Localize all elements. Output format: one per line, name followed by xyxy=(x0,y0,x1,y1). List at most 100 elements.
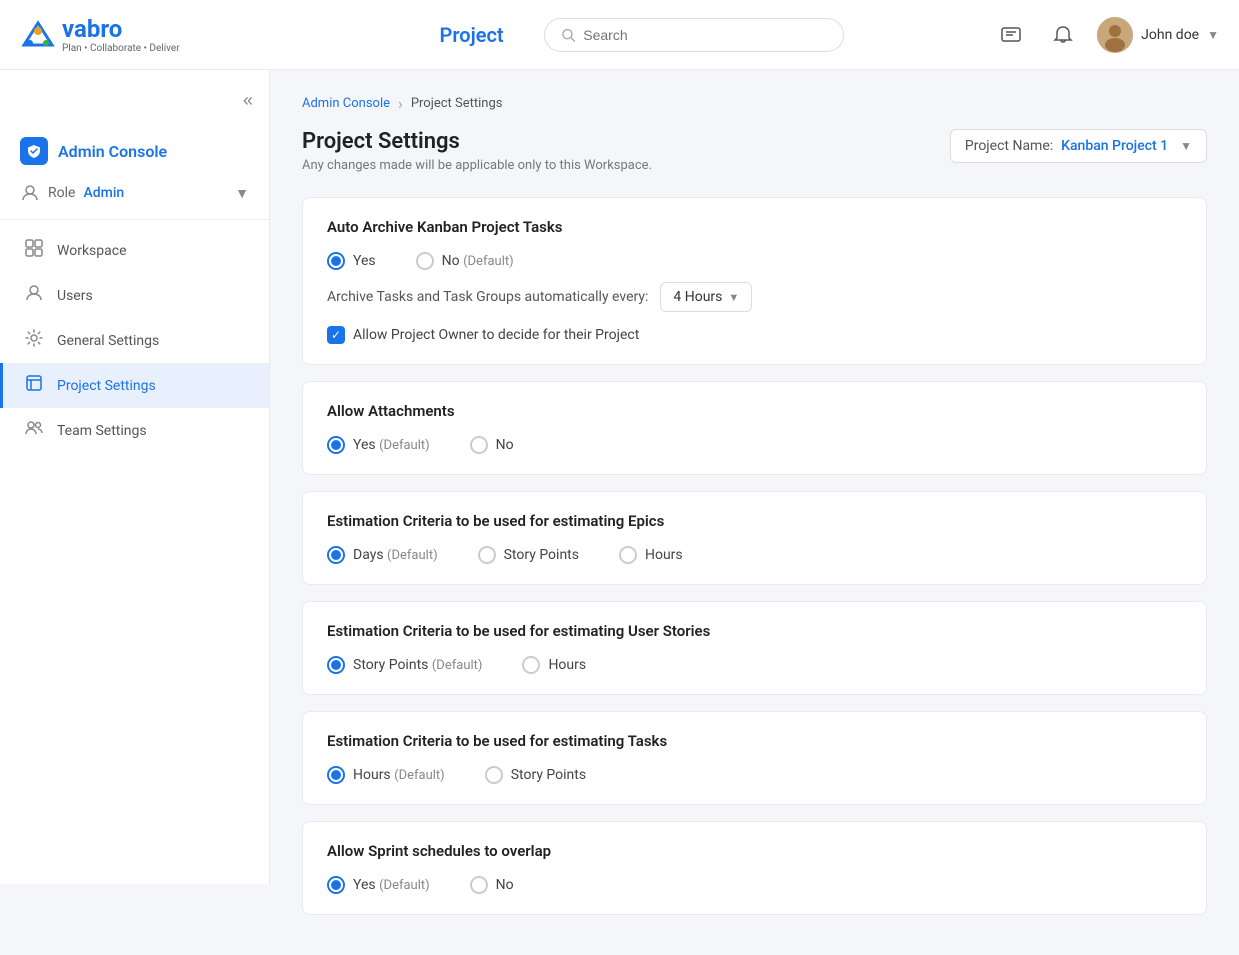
interval-dropdown[interactable]: 4 Hours ▼ xyxy=(660,282,752,312)
breadcrumb: Admin Console › Project Settings xyxy=(302,94,1207,113)
card-sprint-overlap: Allow Sprint schedules to overlap Yes (D… xyxy=(302,821,1207,915)
radio-stories-sp-circle xyxy=(327,656,345,674)
sidebar-item-workspace[interactable]: Workspace xyxy=(0,228,269,273)
messages-button[interactable] xyxy=(993,17,1029,53)
general-settings-icon xyxy=(23,328,45,353)
sidebar-item-users[interactable]: Users xyxy=(0,273,269,318)
radio-row-attachments: Yes (Default) No xyxy=(327,436,1182,454)
radio-epics-days-circle xyxy=(327,546,345,564)
radio-yes-circle xyxy=(327,252,345,270)
sidebar-collapse-area: « xyxy=(0,90,269,127)
sidebar-admin-header: Admin Console xyxy=(0,127,269,175)
radio-sprint-yes[interactable]: Yes (Default) xyxy=(327,876,430,894)
logo-icon xyxy=(20,17,56,53)
admin-console-label: Admin Console xyxy=(58,142,167,161)
sidebar-item-label-workspace: Workspace xyxy=(57,243,127,259)
user-area[interactable]: John doe ▼ xyxy=(1097,17,1219,53)
radio-sprint-no-label: No xyxy=(496,877,514,893)
radio-epics-hours-circle xyxy=(619,546,637,564)
radio-epics-hours[interactable]: Hours xyxy=(619,546,683,564)
logo-tagline: Plan • Collaborate • Deliver xyxy=(62,43,180,54)
user-name: John doe xyxy=(1141,27,1199,43)
radio-sprint-no-circle xyxy=(470,876,488,894)
card-sprint-overlap-title: Allow Sprint schedules to overlap xyxy=(327,842,1182,860)
card-auto-archive: Auto Archive Kanban Project Tasks Yes No… xyxy=(302,197,1207,365)
sidebar-item-project-settings[interactable]: Project Settings xyxy=(0,363,269,408)
page-title: Project Settings xyxy=(302,129,652,154)
role-dropdown-icon[interactable]: ▼ xyxy=(235,185,249,202)
role-value: Admin xyxy=(83,185,124,201)
radio-epics-hours-label: Hours xyxy=(645,547,683,563)
logo-text: vabro xyxy=(62,15,122,43)
page-title-group: Project Settings Any changes made will b… xyxy=(302,129,652,173)
card-estimation-epics-title: Estimation Criteria to be used for estim… xyxy=(327,512,1182,530)
project-dropdown-icon: ▼ xyxy=(1180,139,1192,153)
messages-icon xyxy=(1000,24,1022,46)
radio-tasks-hours-circle xyxy=(327,766,345,784)
workspace-icon xyxy=(23,238,45,263)
sidebar-item-team-settings[interactable]: Team Settings xyxy=(0,408,269,453)
card-estimation-tasks: Estimation Criteria to be used for estim… xyxy=(302,711,1207,805)
search-box[interactable] xyxy=(544,18,844,52)
checkbox-label: Allow Project Owner to decide for their … xyxy=(353,327,639,343)
search-icon xyxy=(561,27,576,43)
page-subtitle: Any changes made will be applicable only… xyxy=(302,158,652,173)
radio-row-tasks: Hours (Default) Story Points xyxy=(327,766,1182,784)
radio-sprint-no[interactable]: No xyxy=(470,876,514,894)
radio-stories-hours[interactable]: Hours xyxy=(522,656,586,674)
radio-epics-sp-circle xyxy=(478,546,496,564)
radio-epics-sp[interactable]: Story Points xyxy=(478,546,579,564)
role-icon xyxy=(20,183,40,203)
radio-epics-sp-label: Story Points xyxy=(504,547,579,563)
card-estimation-stories-title: Estimation Criteria to be used for estim… xyxy=(327,622,1182,640)
radio-att-no[interactable]: No xyxy=(470,436,514,454)
radio-tasks-sp-circle xyxy=(485,766,503,784)
card-auto-archive-title: Auto Archive Kanban Project Tasks xyxy=(327,218,1182,236)
project-name-value: Kanban Project 1 xyxy=(1061,138,1168,154)
project-settings-icon xyxy=(23,373,45,398)
sidebar-item-label-team-settings: Team Settings xyxy=(57,423,147,439)
nav-center: Project xyxy=(290,18,993,52)
radio-att-yes-label: Yes (Default) xyxy=(353,437,430,453)
collapse-button[interactable]: « xyxy=(243,90,253,111)
team-settings-icon xyxy=(23,418,45,443)
card-estimation-stories: Estimation Criteria to be used for estim… xyxy=(302,601,1207,695)
radio-stories-sp-label: Story Points (Default) xyxy=(353,657,482,673)
radio-epics-days[interactable]: Days (Default) xyxy=(327,546,438,564)
top-nav: vabro Plan • Collaborate • Deliver Proje… xyxy=(0,0,1239,70)
radio-tasks-sp-label: Story Points xyxy=(511,767,586,783)
radio-row-stories: Story Points (Default) Hours xyxy=(327,656,1182,674)
card-allow-attachments: Allow Attachments Yes (Default) No xyxy=(302,381,1207,475)
sidebar-item-label-general-settings: General Settings xyxy=(57,333,159,349)
radio-no[interactable]: No (Default) xyxy=(416,252,514,270)
radio-tasks-sp[interactable]: Story Points xyxy=(485,766,586,784)
radio-no-label: No (Default) xyxy=(442,253,514,269)
page-header: Project Settings Any changes made will b… xyxy=(302,129,1207,173)
notifications-button[interactable] xyxy=(1045,17,1081,53)
archive-interval-label: Archive Tasks and Task Groups automatica… xyxy=(327,289,648,305)
radio-row-sprint: Yes (Default) No xyxy=(327,876,1182,894)
role-label: Role xyxy=(48,185,75,201)
checkbox-icon: ✓ xyxy=(327,326,345,344)
card-allow-attachments-title: Allow Attachments xyxy=(327,402,1182,420)
card-estimation-tasks-title: Estimation Criteria to be used for estim… xyxy=(327,732,1182,750)
sidebar: « Admin Console Role Admin ▼ xyxy=(0,70,270,884)
interval-dropdown-icon: ▼ xyxy=(728,291,739,304)
logo-area: vabro Plan • Collaborate • Deliver xyxy=(20,15,290,54)
radio-stories-sp[interactable]: Story Points (Default) xyxy=(327,656,482,674)
checkbox-project-owner[interactable]: ✓ Allow Project Owner to decide for thei… xyxy=(327,326,1182,344)
radio-tasks-hours[interactable]: Hours (Default) xyxy=(327,766,445,784)
radio-yes[interactable]: Yes xyxy=(327,252,376,270)
project-name-selector[interactable]: Project Name: Kanban Project 1 ▼ xyxy=(950,129,1207,163)
radio-att-yes-circle xyxy=(327,436,345,454)
admin-shield-icon xyxy=(20,137,48,165)
project-name-label: Project Name: xyxy=(965,138,1053,154)
user-dropdown-icon: ▼ xyxy=(1207,28,1219,42)
nav-right: John doe ▼ xyxy=(993,17,1219,53)
breadcrumb-parent[interactable]: Admin Console xyxy=(302,96,390,111)
radio-att-yes[interactable]: Yes (Default) xyxy=(327,436,430,454)
radio-stories-hours-label: Hours xyxy=(548,657,586,673)
sidebar-item-general-settings[interactable]: General Settings xyxy=(0,318,269,363)
search-input[interactable] xyxy=(583,27,826,43)
radio-row-epics: Days (Default) Story Points Hours xyxy=(327,546,1182,564)
